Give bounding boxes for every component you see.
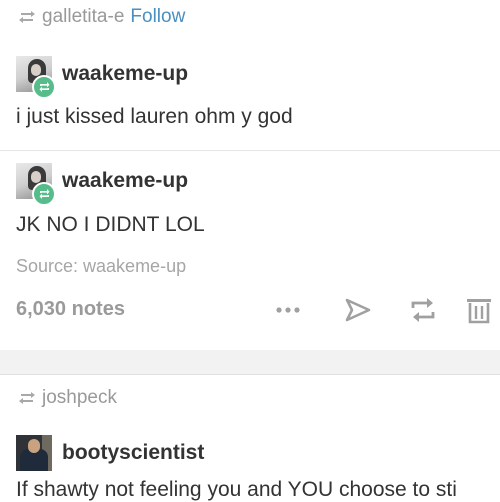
avatar[interactable] — [16, 435, 52, 471]
delete-icon[interactable] — [466, 296, 492, 324]
reblog-icon[interactable] — [408, 296, 438, 324]
reblog-header: joshpeck — [18, 387, 117, 409]
reblog-source-username[interactable]: joshpeck — [42, 387, 117, 409]
more-icon[interactable] — [274, 296, 304, 324]
post-text: If shawty not feeling you and YOU choose… — [16, 478, 457, 501]
reblog-badge-icon — [32, 75, 56, 99]
feed-gap — [0, 350, 500, 375]
post-entry-user: waakeme-up — [16, 56, 188, 99]
post-text: JK NO I DIDNT LOL — [16, 213, 205, 236]
post-text: i just kissed lauren ohm y god — [16, 105, 293, 128]
follow-link[interactable]: Follow — [130, 6, 185, 28]
username[interactable]: waakeme-up — [62, 169, 188, 193]
reblog-source-username[interactable]: galletita-e — [42, 6, 124, 28]
username[interactable]: bootyscientist — [62, 441, 204, 465]
post-source[interactable]: Source: waakeme-up — [16, 256, 186, 277]
divider — [0, 150, 500, 151]
reblog-small-icon — [19, 392, 35, 404]
avatar[interactable] — [16, 163, 56, 206]
post-entry-user: waakeme-up — [16, 163, 188, 206]
username[interactable]: waakeme-up — [62, 62, 188, 86]
notes-count[interactable]: 6,030 notes — [16, 298, 125, 321]
reblog-badge-icon — [32, 182, 56, 206]
reblog-small-icon — [19, 11, 35, 23]
post-entry-user: bootyscientist — [16, 435, 204, 471]
post-card: galletita-e Follow waakeme-up i just kis… — [0, 0, 500, 350]
post-card: joshpeck bootyscientist If shawty not fe… — [0, 375, 500, 501]
reblog-header: galletita-e Follow — [18, 6, 185, 28]
share-icon[interactable] — [344, 296, 372, 324]
avatar[interactable] — [16, 56, 56, 99]
